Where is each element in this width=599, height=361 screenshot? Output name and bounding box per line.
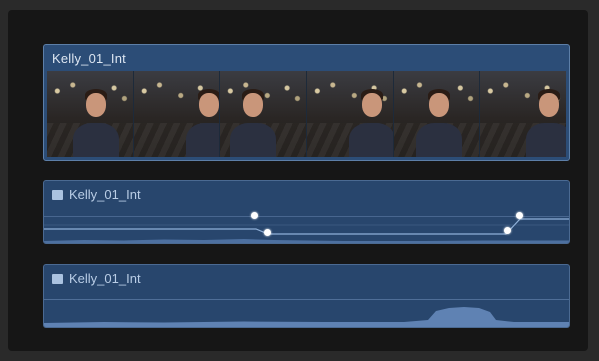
- video-thumbnail: [480, 71, 567, 157]
- video-thumbnail: [307, 71, 394, 157]
- audio-clip-label: Kelly_01_Int: [69, 271, 141, 286]
- video-clip-label: Kelly_01_Int: [52, 51, 126, 66]
- video-thumbnail: [393, 71, 481, 157]
- audio-clip-header: Kelly_01_Int: [52, 271, 141, 286]
- volume-keyframe[interactable]: [504, 227, 511, 234]
- volume-keyframe[interactable]: [251, 212, 258, 219]
- audio-clip[interactable]: Kelly_01_Int: [43, 264, 570, 328]
- filmstrip: [47, 71, 567, 157]
- audio-waveform: [44, 239, 569, 243]
- video-clip[interactable]: Kelly_01_Int: [43, 44, 570, 161]
- volume-line[interactable]: [44, 299, 569, 300]
- video-thumbnail: [47, 71, 134, 157]
- audio-clip[interactable]: Kelly_01_Int: [43, 180, 570, 244]
- volume-keyframe[interactable]: [264, 229, 271, 236]
- audio-waveform-icon: [52, 273, 63, 284]
- video-thumbnail: [133, 71, 221, 157]
- editor-window: Kelly_01_Int Kelly_01_Int Kelly_01_Int: [0, 0, 599, 361]
- volume-keyframe[interactable]: [516, 212, 523, 219]
- video-thumbnail: [220, 71, 308, 157]
- audio-waveform: [44, 307, 569, 327]
